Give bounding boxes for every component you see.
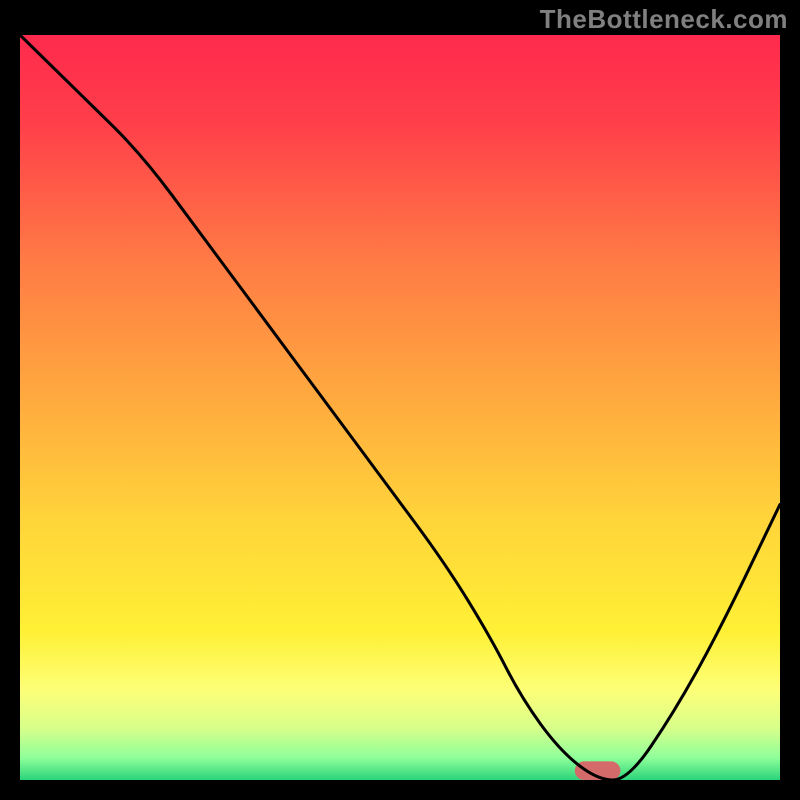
chart-svg	[20, 35, 780, 780]
chart-frame: TheBottleneck.com	[0, 0, 800, 800]
watermark-text: TheBottleneck.com	[540, 4, 788, 35]
plot-area	[20, 35, 780, 780]
